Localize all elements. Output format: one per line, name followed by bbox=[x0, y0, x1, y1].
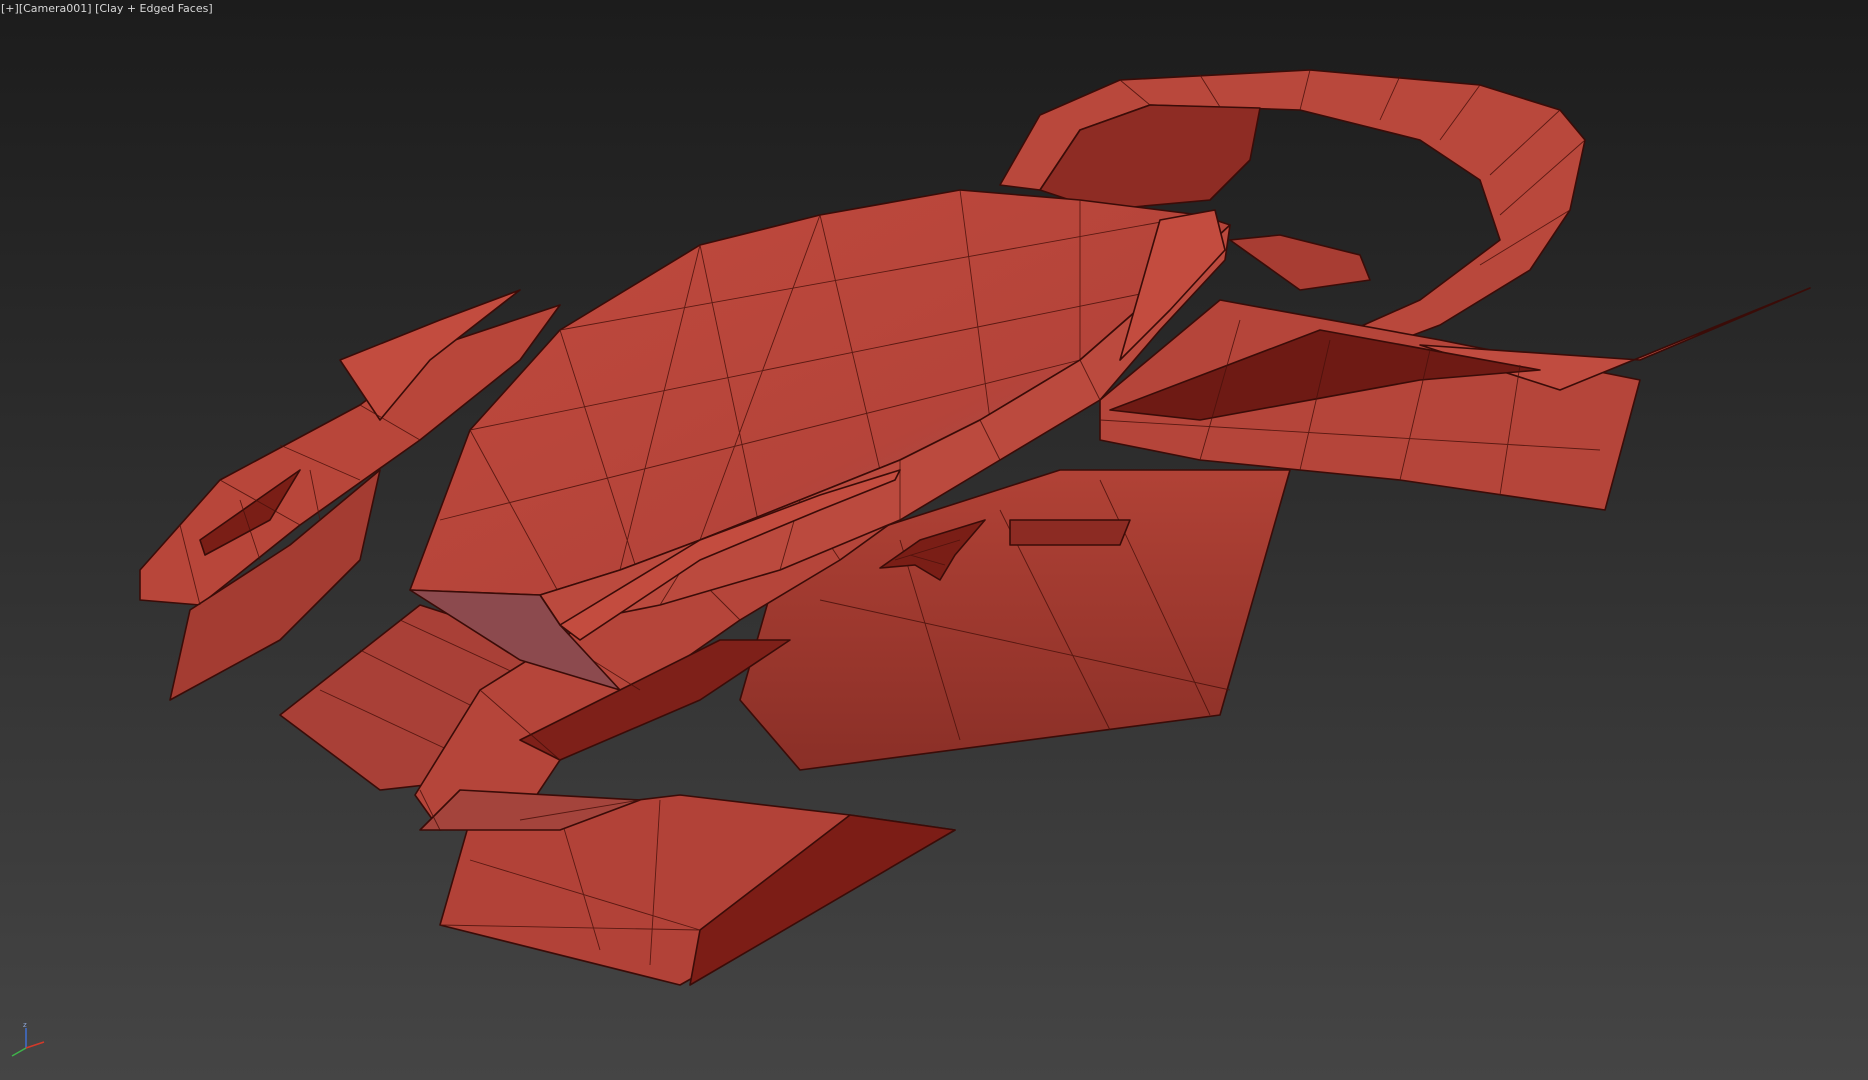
viewport-camera001[interactable]: [+][Camera001] [Clay + Edged Faces] z bbox=[0, 0, 1868, 1080]
x-axis-line bbox=[25, 1041, 45, 1049]
y-axis-line bbox=[11, 1047, 27, 1057]
z-axis-label: z bbox=[23, 1021, 27, 1029]
spaceship-clay-model[interactable] bbox=[0, 0, 1868, 1080]
axis-gizmo: z bbox=[11, 1021, 45, 1057]
